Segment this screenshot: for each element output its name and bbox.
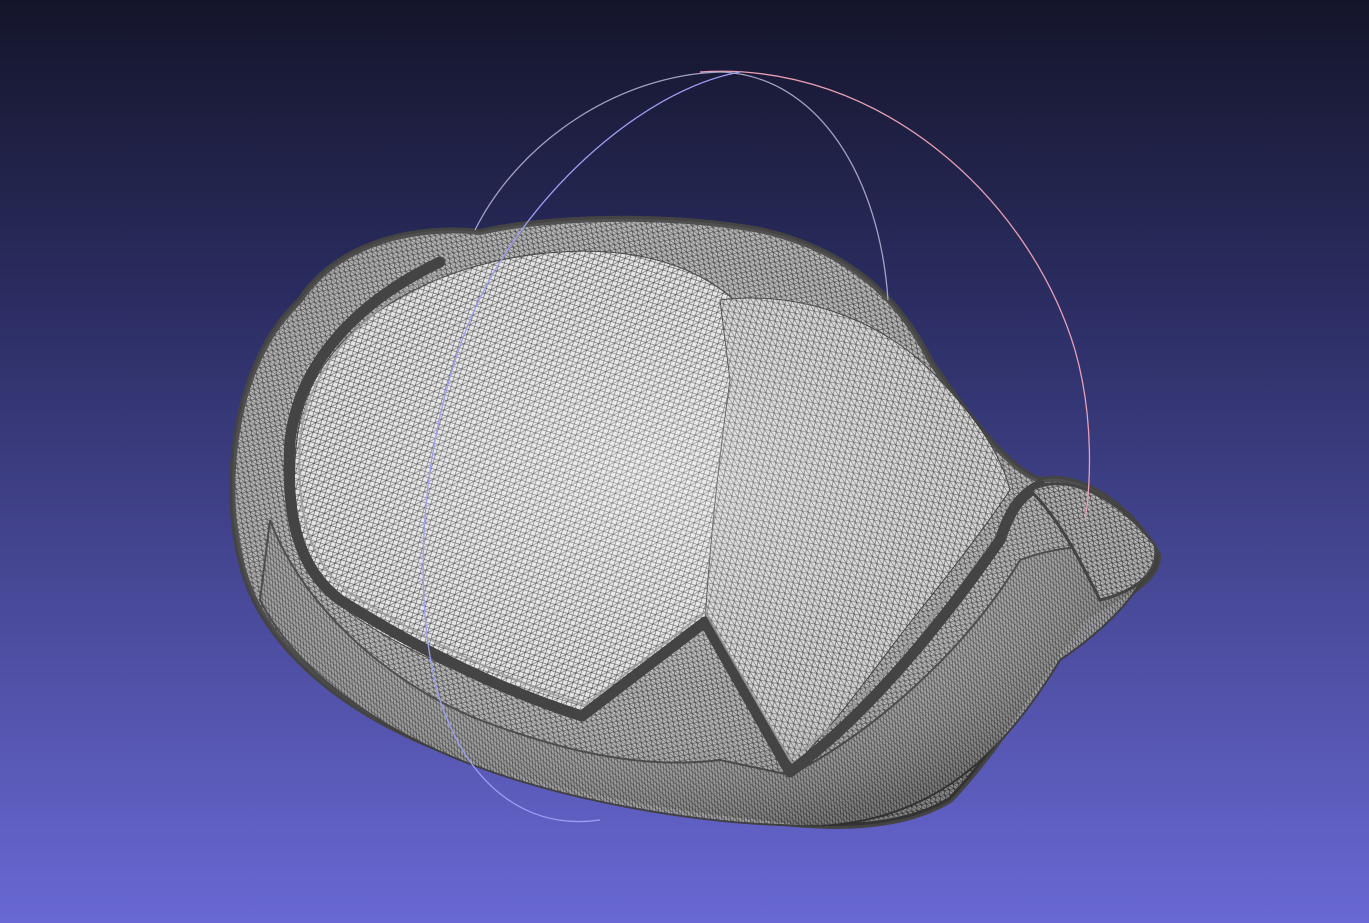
render-canvas[interactable] [0, 0, 1369, 923]
3d-viewport[interactable] [0, 0, 1369, 923]
